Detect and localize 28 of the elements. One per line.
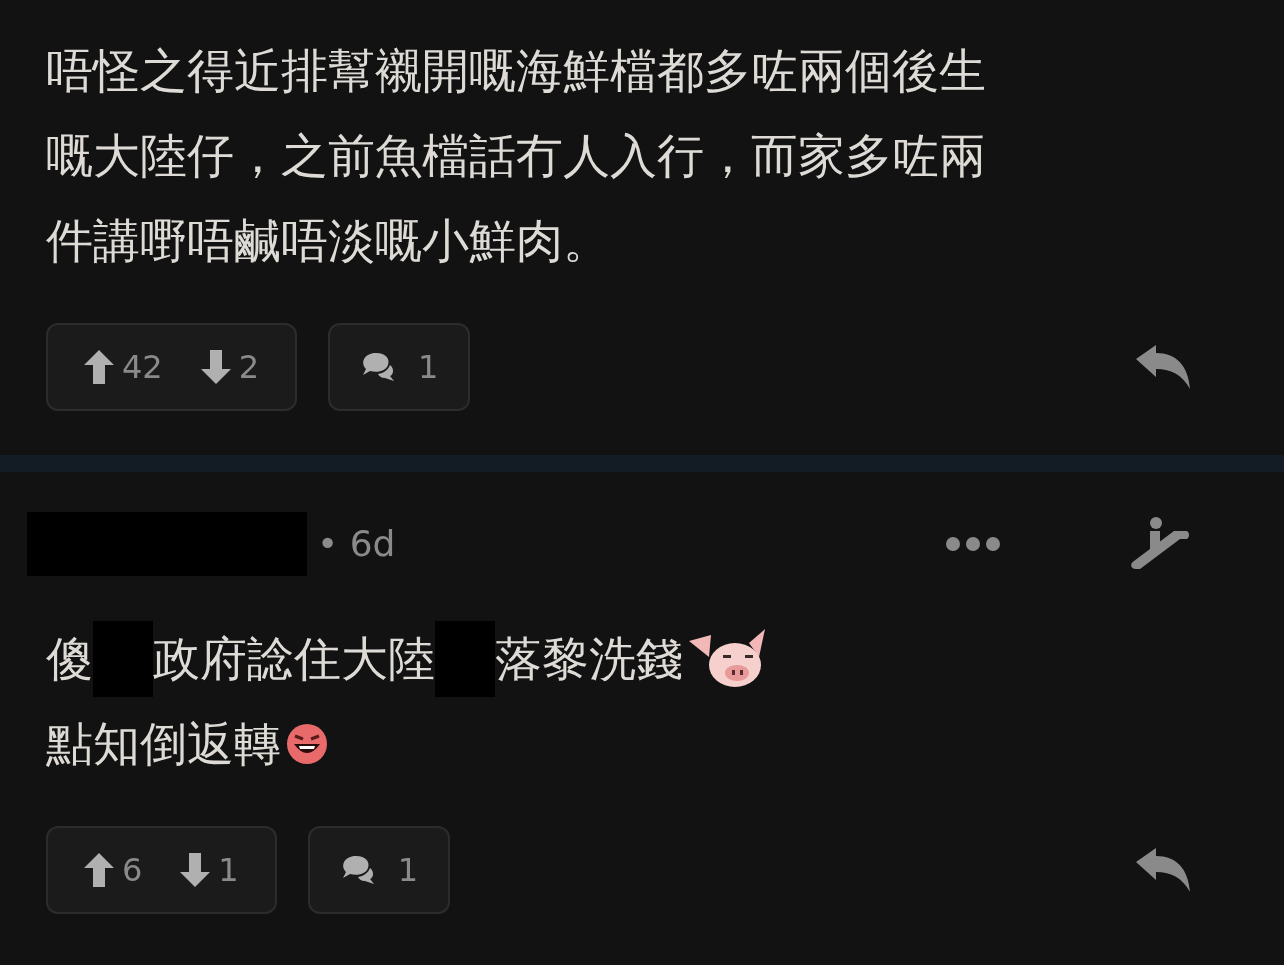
post-text: 嘅大陸仔，之前魚檔話冇人入行，而家多咗兩: [46, 127, 986, 185]
vote-buttons[interactable]: 6 1: [46, 826, 277, 914]
reply-icon[interactable]: [1136, 345, 1190, 389]
reply-icon[interactable]: [1136, 848, 1190, 892]
reply-count-button[interactable]: 1: [307, 826, 451, 914]
upvote-count: 6: [122, 850, 143, 891]
up-arrow-icon: [84, 853, 114, 887]
down-arrow-icon: [180, 853, 211, 887]
post-text: 唔怪之得近排幫襯開嘅海鮮檔都多咗兩個後生: [46, 42, 986, 100]
laughing-face-icon: [285, 721, 329, 766]
reply-count: 1: [397, 850, 419, 891]
post-text: 落黎洗錢: [495, 630, 683, 688]
more-options-icon[interactable]: [946, 536, 1000, 552]
vote-buttons[interactable]: 42 2: [46, 323, 298, 411]
post-text: 傻: [46, 630, 93, 688]
down-arrow-icon: [200, 350, 231, 384]
escalator-icon[interactable]: [1130, 517, 1190, 571]
downvote-count: 2: [238, 347, 260, 388]
post-age: • 6d: [317, 522, 396, 566]
post-text: 政府諗住大陸: [153, 630, 435, 688]
reply-count: 1: [418, 347, 439, 388]
upvote-count: 42: [122, 347, 163, 388]
downvote-count: 1: [218, 850, 239, 891]
chat-bubbles-icon: [360, 351, 397, 383]
post-text: 點知倒返轉: [46, 715, 281, 773]
up-arrow-icon: [84, 350, 114, 384]
reply-count-button[interactable]: 1: [328, 323, 471, 411]
post-text: 件講嘢唔鹹唔淡嘅小鮮肉。: [46, 212, 610, 270]
